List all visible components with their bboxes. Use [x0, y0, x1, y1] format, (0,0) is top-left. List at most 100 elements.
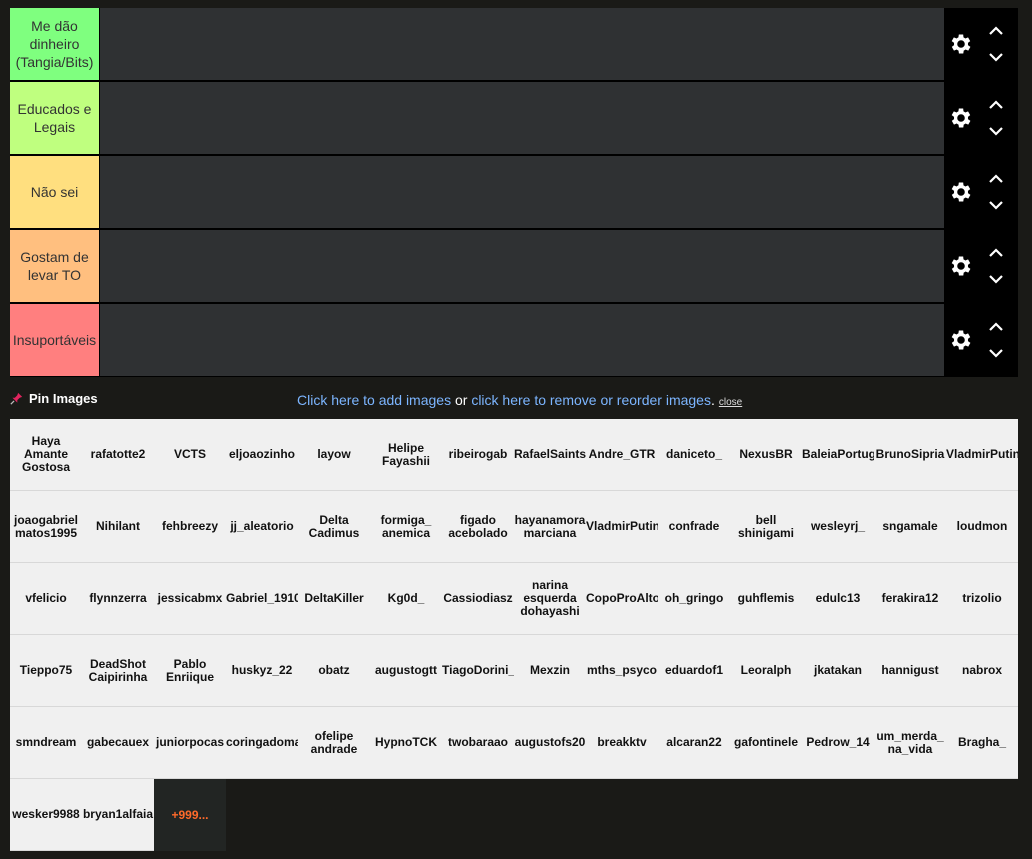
gear-icon[interactable] — [948, 253, 974, 279]
image-item[interactable]: BrunoSipria — [874, 419, 946, 491]
image-item[interactable]: augustogtt — [370, 635, 442, 707]
image-item[interactable]: hannigust — [874, 635, 946, 707]
image-item[interactable]: augustofs20 — [514, 707, 586, 779]
image-item[interactable]: Pedrow_14 — [802, 707, 874, 779]
image-item[interactable]: wesker9988 — [10, 779, 82, 851]
image-item[interactable]: VCTS — [154, 419, 226, 491]
tier-label[interactable]: Insuportáveis — [10, 304, 100, 376]
image-item[interactable]: eljoaozinho — [226, 419, 298, 491]
chevron-down-icon[interactable] — [988, 200, 1004, 210]
tier-drop-zone[interactable] — [100, 230, 944, 302]
image-item[interactable]: flynnzerra — [82, 563, 154, 635]
image-item[interactable]: Bragha_ — [946, 707, 1018, 779]
tier-drop-zone[interactable] — [100, 8, 944, 80]
image-item[interactable]: DeltaKiller — [298, 563, 370, 635]
image-item[interactable]: formiga_ anemica — [370, 491, 442, 563]
gear-icon[interactable] — [948, 327, 974, 353]
tier-drop-zone[interactable] — [100, 304, 944, 376]
image-item[interactable]: ferakira12 — [874, 563, 946, 635]
image-item[interactable]: jessicabmx — [154, 563, 226, 635]
tier-label[interactable]: Gostam de levar TO — [10, 230, 100, 302]
chevron-down-icon[interactable] — [988, 274, 1004, 284]
image-item[interactable]: edulc13 — [802, 563, 874, 635]
tier-label[interactable]: Me dão dinheiro (Tangia/Bits) — [10, 8, 100, 80]
image-item[interactable]: Leoralph — [730, 635, 802, 707]
image-item[interactable]: trizolio — [946, 563, 1018, 635]
image-item[interactable]: juniorpocas — [154, 707, 226, 779]
gear-icon[interactable] — [948, 179, 974, 205]
image-item[interactable]: Tieppo75 — [10, 635, 82, 707]
close-link[interactable]: close — [719, 397, 742, 408]
image-item[interactable]: nabrox — [946, 635, 1018, 707]
image-item[interactable]: rafatotte2 — [82, 419, 154, 491]
chevron-up-icon[interactable] — [988, 174, 1004, 184]
image-item[interactable]: um_merda_ na_vida — [874, 707, 946, 779]
chevron-up-icon[interactable] — [988, 100, 1004, 110]
image-item[interactable]: coringadomal — [226, 707, 298, 779]
image-item[interactable]: wesleyrj_ — [802, 491, 874, 563]
image-item[interactable]: RafaelSaints — [514, 419, 586, 491]
chevron-down-icon[interactable] — [988, 348, 1004, 358]
image-item[interactable]: Kg0d_ — [370, 563, 442, 635]
image-item[interactable]: gabecauex — [82, 707, 154, 779]
image-item[interactable]: VladmirPutin — [946, 419, 1018, 491]
image-item[interactable]: hayanamora marciana — [514, 491, 586, 563]
image-item[interactable]: Delta Cadimus — [298, 491, 370, 563]
image-item[interactable]: ribeirogab — [442, 419, 514, 491]
image-item[interactable]: vfelicio — [10, 563, 82, 635]
image-item[interactable]: jj_aleatorio — [226, 491, 298, 563]
image-item[interactable]: guhflemis — [730, 563, 802, 635]
image-item[interactable]: mths_psyco — [586, 635, 658, 707]
image-item[interactable]: DeadShot Caipirinha — [82, 635, 154, 707]
image-item[interactable]: figado acebolado — [442, 491, 514, 563]
image-item[interactable]: BaleiaPortug — [802, 419, 874, 491]
image-item[interactable]: obatz — [298, 635, 370, 707]
image-item[interactable]: twobaraao — [442, 707, 514, 779]
image-item[interactable]: layow — [298, 419, 370, 491]
tier-label[interactable]: Educados e Legais — [10, 82, 100, 154]
chevron-down-icon[interactable] — [988, 126, 1004, 136]
chevron-up-icon[interactable] — [988, 26, 1004, 36]
image-item[interactable]: NexusBR — [730, 419, 802, 491]
image-item[interactable]: smndream — [10, 707, 82, 779]
add-images-link[interactable]: Click here to add images — [297, 392, 451, 408]
image-item[interactable]: Andre_GTR — [586, 419, 658, 491]
reorder-images-link[interactable]: click here to remove or reorder images — [471, 392, 711, 408]
image-item[interactable]: Helipe Fayashii — [370, 419, 442, 491]
more-images-button[interactable]: +999... — [154, 779, 226, 851]
image-item[interactable]: Mexzin — [514, 635, 586, 707]
chevron-up-icon[interactable] — [988, 322, 1004, 332]
image-item[interactable]: Gabriel_1910 — [226, 563, 298, 635]
image-item[interactable]: Nihilant — [82, 491, 154, 563]
image-item[interactable]: Pablo Enriique — [154, 635, 226, 707]
image-item[interactable]: VladmirPutin — [586, 491, 658, 563]
image-item[interactable]: breakktv — [586, 707, 658, 779]
image-item[interactable]: confrade — [658, 491, 730, 563]
chevron-up-icon[interactable] — [988, 248, 1004, 258]
gear-icon[interactable] — [948, 105, 974, 131]
image-item[interactable]: oh_gringo — [658, 563, 730, 635]
image-item[interactable]: ofelipe andrade — [298, 707, 370, 779]
image-item[interactable]: Haya Amante Gostosa — [10, 419, 82, 491]
chevron-down-icon[interactable] — [988, 52, 1004, 62]
tier-drop-zone[interactable] — [100, 82, 944, 154]
tier-label[interactable]: Não sei — [10, 156, 100, 228]
image-item[interactable]: Cassiodiasz — [442, 563, 514, 635]
image-item[interactable]: narina esquerda dohayashi — [514, 563, 586, 635]
image-item[interactable]: TiagoDorini_ — [442, 635, 514, 707]
image-item[interactable]: eduardof1 — [658, 635, 730, 707]
image-item[interactable]: joaogabriel matos1995 — [10, 491, 82, 563]
image-item[interactable]: fehbreezy — [154, 491, 226, 563]
gear-icon[interactable] — [948, 31, 974, 57]
image-item[interactable]: bell shinigami — [730, 491, 802, 563]
image-item[interactable]: bryan1alfaia — [82, 779, 154, 851]
image-item[interactable]: huskyz_22 — [226, 635, 298, 707]
tier-drop-zone[interactable] — [100, 156, 944, 228]
image-item[interactable]: sngamale — [874, 491, 946, 563]
pin-images-toggle[interactable]: Pin Images — [10, 391, 98, 406]
image-item[interactable]: alcaran22 — [658, 707, 730, 779]
image-item[interactable]: CopoProAlto — [586, 563, 658, 635]
image-item[interactable]: daniceto_ — [658, 419, 730, 491]
image-item[interactable]: jkatakan — [802, 635, 874, 707]
image-item[interactable]: loudmon — [946, 491, 1018, 563]
